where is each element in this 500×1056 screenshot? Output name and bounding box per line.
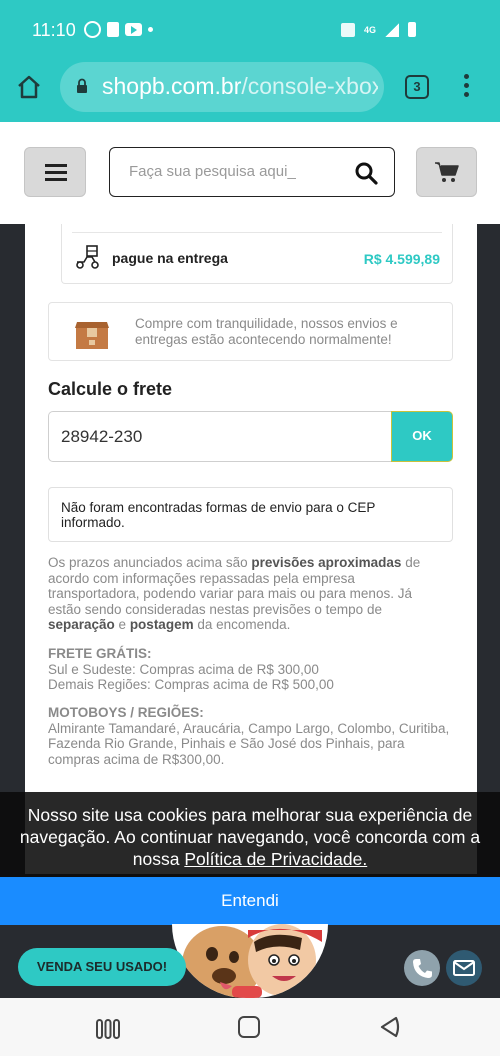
url-text: shopb.com.br/console-xbox- <box>102 73 378 100</box>
cart-icon <box>435 162 459 182</box>
lock-icon <box>77 78 87 93</box>
mail-icon <box>453 960 475 976</box>
email-button[interactable] <box>446 950 482 986</box>
phone-button[interactable] <box>404 950 440 986</box>
free-shipping-info: FRETE GRÁTIS: Sul e Sudeste: Compras aci… <box>48 646 448 693</box>
battery-icon <box>408 22 416 37</box>
free-shipping-line: Sul e Sudeste: Compras acima de R$ 300,0… <box>48 661 319 677</box>
free-shipping-heading: FRETE GRÁTIS: <box>48 646 152 661</box>
network-type: 4G <box>363 24 376 35</box>
home-nav-icon[interactable] <box>238 1016 260 1038</box>
recent-apps-icon[interactable] <box>96 1019 120 1039</box>
freight-title: Calcule o frete <box>48 379 173 399</box>
motoboy-regions-info: MOTOBOYS / REGIÕES: Almirante Tamandaré,… <box>48 705 453 767</box>
freight-result-message: Não foram encontradas formas de envio pa… <box>48 487 453 542</box>
payment-label: pague na entrega <box>112 250 228 266</box>
system-nav-bar <box>0 998 500 1056</box>
system-icons: 4G <box>340 22 416 37</box>
notification-icons <box>84 21 153 38</box>
cep-input[interactable]: 28942-230 <box>48 411 392 462</box>
sell-used-button[interactable]: VENDA SEU USADO! <box>18 948 186 986</box>
url-domain: shopb.com.br <box>102 73 242 99</box>
payment-price: R$ 4.599,89 <box>363 251 440 267</box>
free-shipping-line: Demais Regiões: Compras acima de R$ 500,… <box>48 677 334 692</box>
app-b-icon <box>107 22 119 37</box>
tab-switcher-button[interactable]: 3 <box>405 75 429 99</box>
address-bar[interactable]: shopb.com.br/console-xbox- <box>60 62 384 112</box>
site-header: Faça sua pesquisa aqui_ <box>0 122 500 224</box>
privacy-policy-link[interactable]: Política de Privacidade. <box>184 849 367 869</box>
search-placeholder: Faça sua pesquisa aqui_ <box>129 163 296 180</box>
package-icon <box>75 322 109 349</box>
status-bar: 11:10 4G <box>0 0 500 52</box>
search-icon[interactable] <box>354 161 378 185</box>
more-notifications-icon <box>148 27 153 32</box>
calculate-freight-button[interactable]: OK <box>391 411 453 462</box>
browser-toolbar: shopb.com.br/console-xbox- 3 <box>0 52 500 122</box>
motoboy-heading: MOTOBOYS / REGIÕES: <box>48 705 204 720</box>
home-icon[interactable] <box>16 74 42 100</box>
search-input[interactable]: Faça sua pesquisa aqui_ <box>109 147 395 197</box>
cart-button[interactable] <box>416 147 477 197</box>
shipping-notice-text: Compre com tranquilidade, nossos envios … <box>135 316 398 347</box>
mute-icon <box>340 22 355 37</box>
back-icon[interactable] <box>378 1015 402 1039</box>
whatsapp-icon <box>84 21 101 38</box>
phone-icon <box>413 959 432 978</box>
delivery-time-disclaimer: Os prazos anunciados acima são previsões… <box>48 555 421 632</box>
delivery-bike-icon <box>76 245 99 269</box>
motoboy-regions-text: Almirante Tamandaré, Araucária, Campo La… <box>48 720 450 767</box>
url-path: /console-xbox- <box>241 73 378 99</box>
accept-cookies-button[interactable]: Entendi <box>0 877 500 925</box>
youtube-icon <box>125 23 142 36</box>
signal-icon <box>385 22 399 37</box>
cookie-banner: Nosso site usa cookies para melhorar sua… <box>0 792 500 878</box>
payment-option[interactable]: pague na entrega R$ 4.599,89 <box>61 224 453 284</box>
product-shipping-section: pague na entrega R$ 4.599,89 Compre com … <box>25 224 477 874</box>
menu-button[interactable] <box>24 147 86 197</box>
overflow-menu-icon[interactable] <box>462 74 470 100</box>
shipping-notice: Compre com tranquilidade, nossos envios … <box>48 302 453 361</box>
clock: 11:10 <box>32 20 76 40</box>
